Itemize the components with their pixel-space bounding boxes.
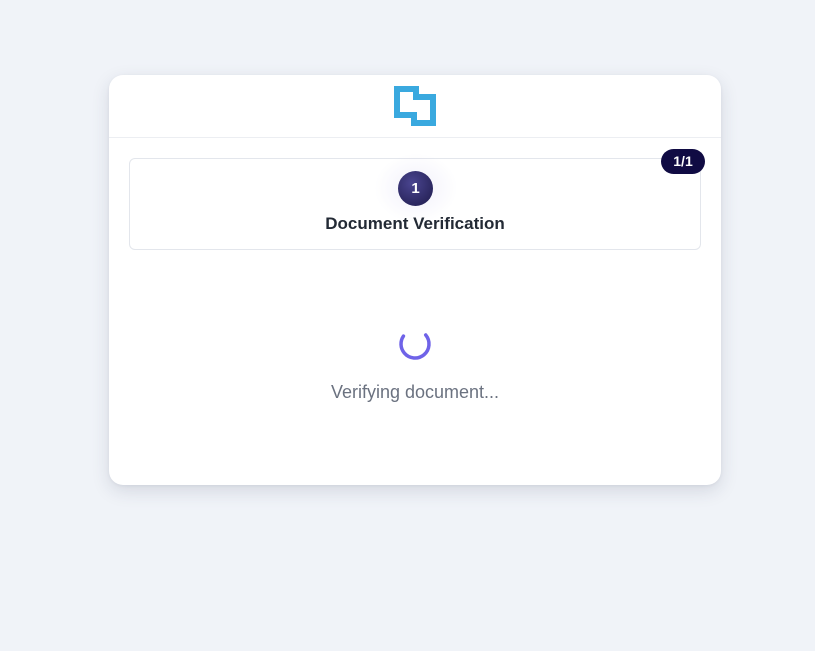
loading-message: Verifying document... bbox=[330, 382, 500, 402]
step-progress-badge: 1/1 bbox=[661, 149, 705, 174]
step-card: 1 Document Verification bbox=[129, 153, 701, 250]
card-header bbox=[109, 75, 721, 138]
verification-card: 1 Document Verification Verifying docume… bbox=[109, 75, 721, 485]
brand-logo-icon bbox=[394, 86, 436, 126]
loading-spinner-icon bbox=[399, 328, 431, 360]
step-number: 1 bbox=[398, 171, 433, 206]
step-title: Document Verification bbox=[325, 214, 505, 233]
